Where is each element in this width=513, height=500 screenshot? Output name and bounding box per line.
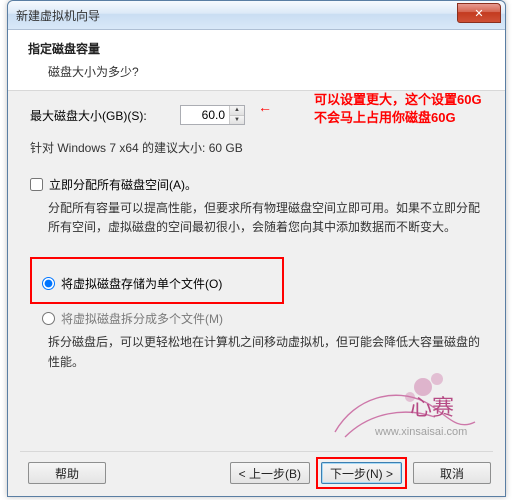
allocate-now-row: 立即分配所有磁盘空间(A)。 bbox=[30, 176, 483, 193]
store-single-radio[interactable] bbox=[42, 277, 55, 290]
next-button[interactable]: 下一步(N) > bbox=[321, 462, 402, 484]
close-button[interactable]: ✕ bbox=[457, 3, 501, 23]
watermark-text: 心赛 bbox=[410, 395, 454, 420]
spinner-down-icon[interactable]: ▼ bbox=[230, 116, 244, 125]
close-icon: ✕ bbox=[474, 7, 483, 20]
annotation-text: 可以设置更大，这个设置60G不会马上占用你磁盘60G bbox=[314, 91, 489, 126]
page-subtitle: 磁盘大小为多少? bbox=[48, 63, 493, 80]
wizard-header: 指定磁盘容量 磁盘大小为多少? bbox=[8, 30, 505, 91]
allocate-now-checkbox[interactable] bbox=[30, 178, 43, 191]
allocate-explain: 分配所有容量可以提高性能，但要求所有物理磁盘空间立即可用。如果不立即分配所有空间… bbox=[48, 199, 483, 237]
titlebar[interactable]: 新建虚拟机向导 ✕ bbox=[8, 1, 505, 30]
button-row: 帮助 < 上一步(B) 下一步(N) > 取消 bbox=[8, 458, 505, 488]
back-button[interactable]: < 上一步(B) bbox=[230, 462, 310, 484]
store-single-row: 将虚拟磁盘存储为单个文件(O) bbox=[42, 275, 272, 292]
spinner-up-icon[interactable]: ▲ bbox=[230, 106, 244, 116]
annotation-arrow-icon: ← bbox=[258, 99, 272, 115]
max-size-spinner[interactable]: ▲ ▼ bbox=[180, 105, 245, 125]
allocate-now-label: 立即分配所有磁盘空间(A)。 bbox=[49, 176, 197, 193]
store-single-label: 将虚拟磁盘存储为单个文件(O) bbox=[61, 275, 222, 292]
watermark-url: www.xinsaisai.com bbox=[374, 426, 467, 438]
store-split-label: 将虚拟磁盘拆分成多个文件(M) bbox=[61, 310, 223, 327]
window-title: 新建虚拟机向导 bbox=[16, 7, 100, 24]
help-button[interactable]: 帮助 bbox=[28, 462, 106, 484]
max-size-input[interactable] bbox=[181, 106, 229, 124]
footer-divider bbox=[20, 451, 493, 452]
recommended-size: 针对 Windows 7 x64 的建议大小: 60 GB bbox=[30, 139, 483, 156]
store-split-explain: 拆分磁盘后，可以更轻松地在计算机之间移动虚拟机，但可能会降低大容量磁盘的性能。 bbox=[48, 333, 483, 371]
cancel-button[interactable]: 取消 bbox=[413, 462, 491, 484]
wizard-window: 新建虚拟机向导 ✕ 指定磁盘容量 磁盘大小为多少? 可以设置更大，这个设置60G… bbox=[7, 0, 506, 497]
spinner-arrows: ▲ ▼ bbox=[229, 106, 244, 124]
store-split-row: 将虚拟磁盘拆分成多个文件(M) bbox=[42, 310, 483, 327]
max-size-label: 最大磁盘大小(GB)(S): bbox=[30, 107, 180, 124]
store-split-radio[interactable] bbox=[42, 312, 55, 325]
page-title: 指定磁盘容量 bbox=[28, 40, 493, 57]
store-single-highlight: 将虚拟磁盘存储为单个文件(O) bbox=[30, 257, 284, 304]
wizard-content: 可以设置更大，这个设置60G不会马上占用你磁盘60G ← 最大磁盘大小(GB)(… bbox=[8, 91, 505, 372]
next-button-highlight: 下一步(N) > bbox=[316, 457, 407, 489]
